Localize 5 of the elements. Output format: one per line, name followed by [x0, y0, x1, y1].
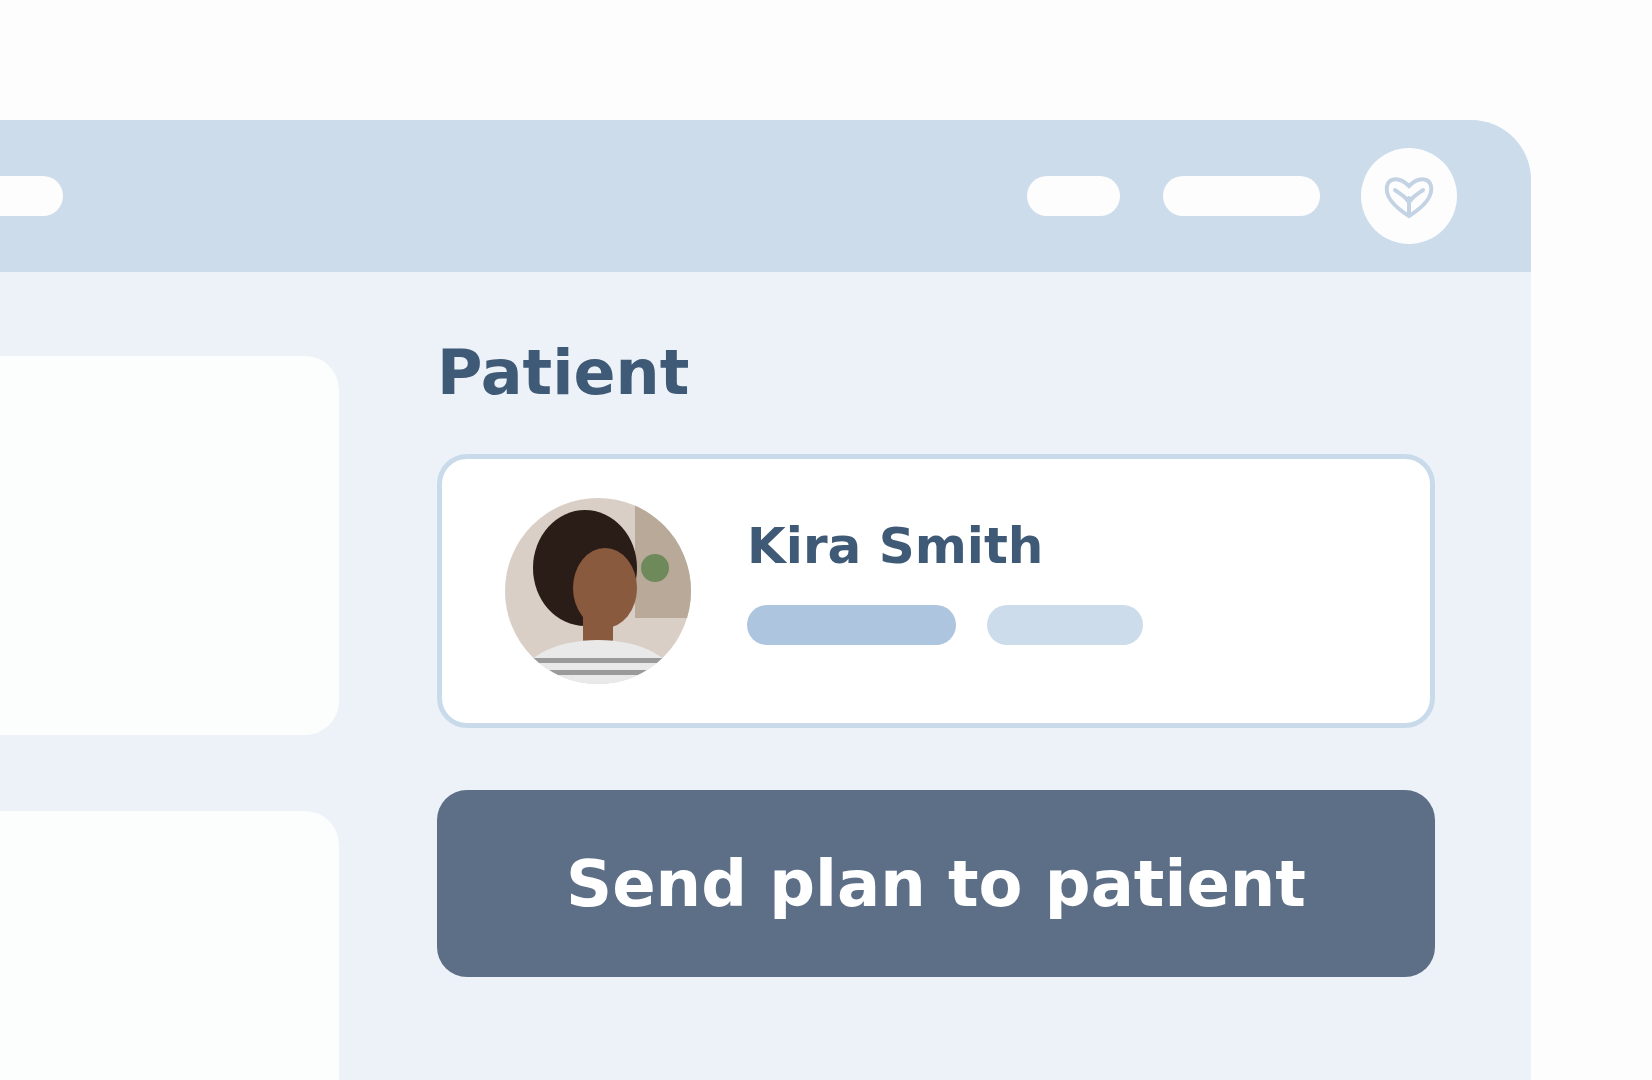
send-plan-button[interactable]: Send plan to patient: [437, 790, 1435, 977]
patient-card[interactable]: Kira Smith: [437, 454, 1435, 728]
header-pill: [0, 176, 63, 216]
section-title: Patient: [437, 342, 691, 404]
patient-name: Kira Smith: [747, 517, 1045, 575]
